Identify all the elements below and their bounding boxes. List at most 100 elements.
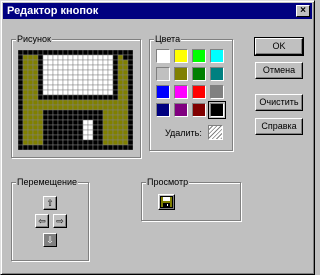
pixel-cell[interactable] xyxy=(87,69,94,76)
pixel-cell[interactable] xyxy=(87,59,94,66)
pixel-cell[interactable] xyxy=(112,99,119,106)
pixel-cell[interactable] xyxy=(122,104,129,111)
help-button[interactable]: Справка xyxy=(255,118,303,135)
pixel-cell[interactable] xyxy=(122,124,129,131)
pixel-cell[interactable] xyxy=(17,59,24,66)
pixel-cell[interactable] xyxy=(17,64,24,71)
pixel-cell[interactable] xyxy=(82,104,89,111)
pixel-cell[interactable] xyxy=(22,99,29,106)
color-swatch[interactable] xyxy=(192,67,206,81)
pixel-cell[interactable] xyxy=(92,69,99,76)
pixel-cell[interactable] xyxy=(27,49,34,56)
pixel-cell[interactable] xyxy=(62,104,69,111)
pixel-cell[interactable] xyxy=(37,84,44,91)
pixel-cell[interactable] xyxy=(17,134,24,141)
pixel-cell[interactable] xyxy=(72,79,79,86)
pixel-cell[interactable] xyxy=(127,59,134,66)
pixel-cell[interactable] xyxy=(107,54,114,61)
pixel-cell[interactable] xyxy=(112,79,119,86)
pixel-cell[interactable] xyxy=(52,64,59,71)
pixel-cell[interactable] xyxy=(122,129,129,136)
pixel-cell[interactable] xyxy=(37,59,44,66)
pixel-cell[interactable] xyxy=(32,54,39,61)
pixel-cell[interactable] xyxy=(112,59,119,66)
pixel-cell[interactable] xyxy=(17,89,24,96)
pixel-cell[interactable] xyxy=(82,74,89,81)
pixel-cell[interactable] xyxy=(62,79,69,86)
pixel-cell[interactable] xyxy=(47,49,54,56)
pixel-cell[interactable] xyxy=(17,144,24,151)
color-swatch[interactable] xyxy=(210,85,224,99)
pixel-cell[interactable] xyxy=(102,79,109,86)
pixel-cell[interactable] xyxy=(52,59,59,66)
pixel-cell[interactable] xyxy=(27,94,34,101)
pixel-cell[interactable] xyxy=(122,84,129,91)
pixel-cell[interactable] xyxy=(87,84,94,91)
color-swatch[interactable] xyxy=(210,49,224,63)
pixel-cell[interactable] xyxy=(107,64,114,71)
pixel-cell[interactable] xyxy=(32,99,39,106)
pixel-cell[interactable] xyxy=(122,109,129,116)
pixel-cell[interactable] xyxy=(47,74,54,81)
pixel-cell[interactable] xyxy=(87,134,94,141)
pixel-cell[interactable] xyxy=(22,139,29,146)
pixel-cell[interactable] xyxy=(42,144,49,151)
pixel-cell[interactable] xyxy=(67,129,74,136)
pixel-cell[interactable] xyxy=(87,139,94,146)
pixel-cell[interactable] xyxy=(52,84,59,91)
pixel-cell[interactable] xyxy=(42,134,49,141)
pixel-cell[interactable] xyxy=(102,134,109,141)
pixel-cell[interactable] xyxy=(67,89,74,96)
pixel-cell[interactable] xyxy=(97,129,104,136)
pixel-cell[interactable] xyxy=(87,49,94,56)
pixel-cell[interactable] xyxy=(62,54,69,61)
pixel-cell[interactable] xyxy=(107,124,114,131)
pixel-cell[interactable] xyxy=(27,69,34,76)
pixel-grid-canvas[interactable] xyxy=(17,49,134,151)
pixel-cell[interactable] xyxy=(37,134,44,141)
pixel-cell[interactable] xyxy=(117,69,124,76)
pixel-cell[interactable] xyxy=(92,89,99,96)
pixel-cell[interactable] xyxy=(122,49,129,56)
pixel-cell[interactable] xyxy=(107,104,114,111)
pixel-cell[interactable] xyxy=(52,114,59,121)
pixel-cell[interactable] xyxy=(127,114,134,121)
pixel-cell[interactable] xyxy=(47,134,54,141)
pixel-cell[interactable] xyxy=(32,104,39,111)
pixel-cell[interactable] xyxy=(122,114,129,121)
pixel-cell[interactable] xyxy=(67,99,74,106)
pixel-cell[interactable] xyxy=(92,114,99,121)
pixel-cell[interactable] xyxy=(32,59,39,66)
pixel-cell[interactable] xyxy=(67,54,74,61)
pixel-cell[interactable] xyxy=(67,114,74,121)
pixel-cell[interactable] xyxy=(42,114,49,121)
pixel-cell[interactable] xyxy=(57,139,64,146)
pixel-cell[interactable] xyxy=(47,79,54,86)
color-swatch[interactable] xyxy=(156,49,170,63)
pixel-cell[interactable] xyxy=(117,134,124,141)
pixel-cell[interactable] xyxy=(27,144,34,151)
pixel-cell[interactable] xyxy=(22,129,29,136)
pixel-cell[interactable] xyxy=(87,119,94,126)
pixel-cell[interactable] xyxy=(42,109,49,116)
pixel-cell[interactable] xyxy=(82,109,89,116)
pixel-cell[interactable] xyxy=(27,99,34,106)
pixel-cell[interactable] xyxy=(27,74,34,81)
pixel-cell[interactable] xyxy=(22,109,29,116)
pixel-cell[interactable] xyxy=(122,74,129,81)
pixel-cell[interactable] xyxy=(57,89,64,96)
pixel-cell[interactable] xyxy=(57,94,64,101)
pixel-cell[interactable] xyxy=(92,49,99,56)
pixel-cell[interactable] xyxy=(92,139,99,146)
pixel-cell[interactable] xyxy=(82,144,89,151)
pixel-cell[interactable] xyxy=(67,74,74,81)
pixel-cell[interactable] xyxy=(32,129,39,136)
pixel-cell[interactable] xyxy=(22,74,29,81)
pixel-cell[interactable] xyxy=(107,89,114,96)
color-swatch[interactable] xyxy=(174,49,188,63)
pixel-cell[interactable] xyxy=(117,99,124,106)
pixel-cell[interactable] xyxy=(102,89,109,96)
clear-button[interactable]: Очистить xyxy=(255,94,303,111)
pixel-cell[interactable] xyxy=(127,64,134,71)
ok-button[interactable]: OK xyxy=(254,37,304,56)
